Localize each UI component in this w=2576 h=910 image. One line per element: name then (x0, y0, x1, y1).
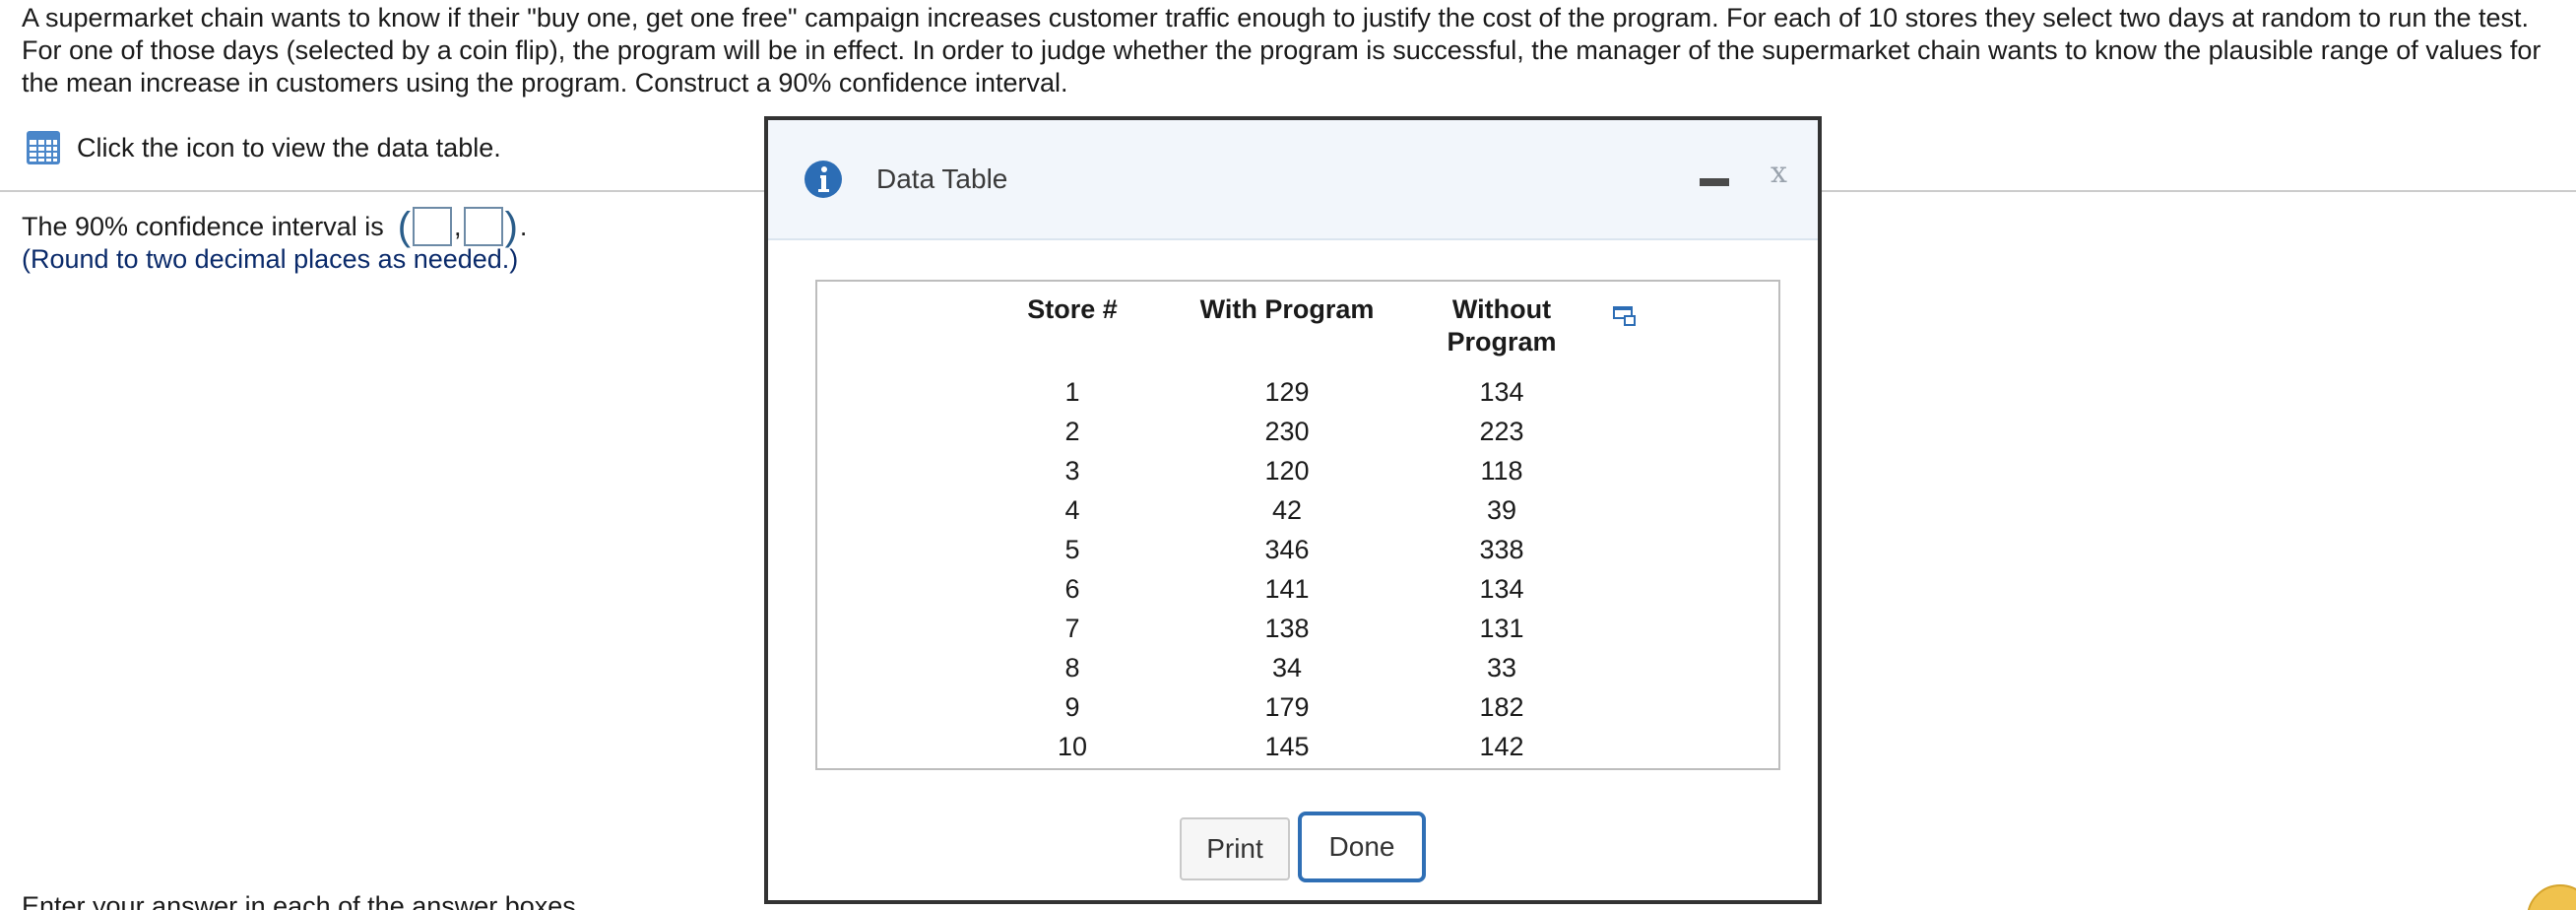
lower-bound-input[interactable] (413, 207, 453, 246)
confidence-interval-answer: The 90% confidence interval is ( , ) . (22, 207, 527, 246)
dialog-title: Data Table (876, 163, 1008, 194)
grid-table-icon[interactable] (26, 130, 61, 165)
table-row: 4 42 39 (991, 490, 1583, 530)
table-row: 6 141 134 (991, 569, 1583, 609)
data-table-container: Store # With Program Without Program 1 12… (815, 280, 1780, 770)
cell-with-program: 129 (1264, 376, 1310, 407)
data-table-link-label[interactable]: Click the icon to view the data table. (77, 133, 501, 163)
question-text: A supermarket chain wants to know if the… (22, 3, 2542, 98)
close-icon[interactable]: x (1771, 156, 1787, 190)
answer-prefix: The 90% confidence interval is (22, 211, 384, 241)
print-button[interactable]: Print (1180, 817, 1290, 880)
table-row: 7 138 131 (991, 609, 1583, 648)
cell-store: 3 (1064, 455, 1080, 486)
cell-without-program: 338 (1479, 534, 1524, 564)
column-header-with-program: With Program (1199, 294, 1375, 324)
table-row: 5 346 338 (991, 530, 1583, 569)
cell-with-program: 120 (1264, 455, 1310, 486)
table-row: 9 179 182 (991, 687, 1583, 727)
cell-with-program: 141 (1264, 573, 1310, 604)
cell-without-program: 142 (1479, 731, 1524, 761)
comma-separator: , (454, 211, 462, 241)
data-table: Store # With Program Without Program 1 12… (991, 293, 1583, 766)
cell-without-program: 134 (1479, 376, 1524, 407)
table-row: 3 120 118 (991, 451, 1583, 490)
cell-with-program: 230 (1264, 416, 1310, 446)
close-paren: ) (504, 205, 518, 248)
cell-without-program: 39 (1486, 494, 1517, 525)
help-orb-icon[interactable] (2527, 884, 2576, 910)
cell-with-program: 42 (1271, 494, 1303, 525)
cell-store: 5 (1064, 534, 1080, 564)
column-header-without-program: Without Program (1420, 293, 1583, 358)
upper-bound-input[interactable] (463, 207, 503, 246)
cell-store: 6 (1064, 573, 1080, 604)
copy-to-clipboard-icon[interactable] (1613, 305, 1639, 327)
table-header-row: Store # With Program Without Program (991, 293, 1583, 358)
cell-with-program: 138 (1264, 613, 1310, 643)
cell-store: 7 (1064, 613, 1080, 643)
answer-suffix: . (519, 211, 528, 241)
cell-without-program: 223 (1479, 416, 1524, 446)
cell-store: 10 (1057, 731, 1088, 761)
cell-without-program: 134 (1479, 573, 1524, 604)
table-row: 1 129 134 (991, 372, 1583, 412)
cell-store: 4 (1064, 494, 1080, 525)
cell-with-program: 346 (1264, 534, 1310, 564)
done-button[interactable]: Done (1298, 812, 1426, 882)
cell-store: 9 (1064, 691, 1080, 722)
instruction-text: Enter your answer in each of the answer … (22, 891, 584, 910)
info-icon (805, 161, 842, 198)
table-row: 10 145 142 (991, 727, 1583, 766)
table-row: 2 230 223 (991, 412, 1583, 451)
cell-with-program: 145 (1264, 731, 1310, 761)
cell-with-program: 34 (1271, 652, 1303, 682)
column-header-store: Store # (1027, 294, 1118, 324)
cell-store: 2 (1064, 416, 1080, 446)
open-paren: ( (397, 205, 412, 248)
cell-with-program: 179 (1264, 691, 1310, 722)
rounding-hint: (Round to two decimal places as needed.) (22, 244, 519, 274)
cell-without-program: 118 (1480, 455, 1523, 486)
table-row: 8 34 33 (991, 648, 1583, 687)
cell-without-program: 182 (1479, 691, 1524, 722)
dialog-header: Data Table x (768, 120, 1818, 240)
data-table-link[interactable]: Click the icon to view the data table. (26, 130, 501, 165)
page: A supermarket chain wants to know if the… (0, 0, 2576, 910)
cell-without-program: 131 (1479, 613, 1524, 643)
data-table-dialog: Data Table x Store # With Program Withou… (764, 116, 1822, 904)
cell-store: 8 (1064, 652, 1080, 682)
minimize-icon[interactable] (1700, 169, 1729, 193)
cell-store: 1 (1064, 376, 1080, 407)
column-header-without-program-label: Without Program (1447, 294, 1557, 357)
cell-without-program: 33 (1486, 652, 1517, 682)
